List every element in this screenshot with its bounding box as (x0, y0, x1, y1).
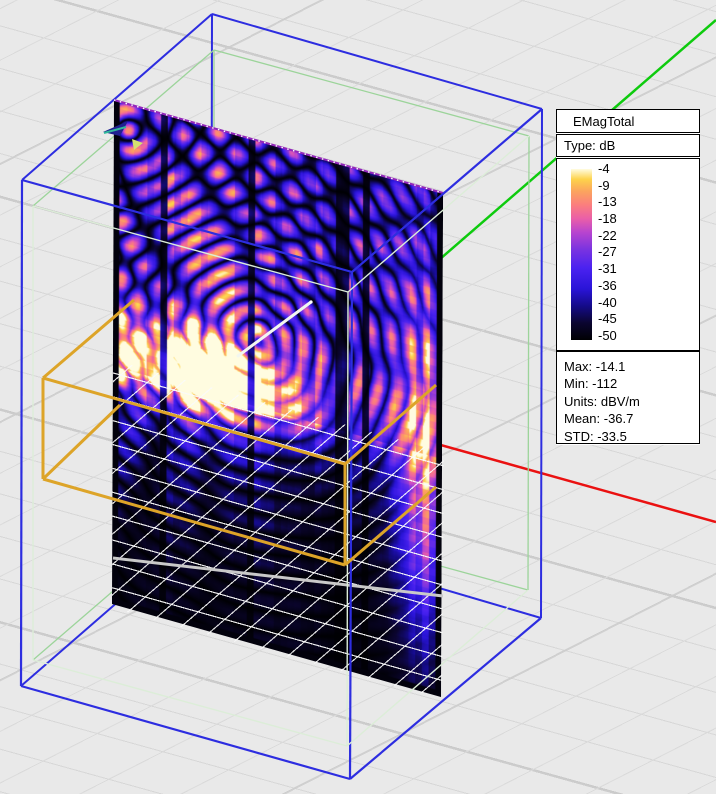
colorbar-ticks: -4 -9 -13 -18 -22 -27 -31 -36 -40 -45 -5… (598, 162, 617, 343)
colorbar-tick: -18 (598, 212, 617, 226)
colorbar-tick: -40 (598, 296, 617, 310)
colorbar-tick: -45 (598, 312, 617, 326)
mesh-major-line (113, 558, 443, 596)
colorbar-tick: -27 (598, 245, 617, 259)
field-plane-top-edge (114, 100, 443, 193)
colorbar-tick: -9 (598, 179, 617, 193)
source-arrow-icon[interactable] (103, 121, 128, 136)
antenna-element[interactable] (238, 300, 313, 356)
colorbar-gradient (571, 169, 592, 340)
stat-max: Max: -14.1 (564, 358, 699, 375)
stat-mean: Mean: -36.7 (564, 410, 699, 427)
colorbar-tick: -4 (598, 162, 617, 176)
legend-stats: Max: -14.1 Min: -112 Units: dBV/m Mean: … (556, 351, 700, 444)
viewport-3d[interactable]: EMagTotal Type: dB -4 -9 -13 -18 -22 -27… (0, 0, 716, 794)
results-legend-panel: EMagTotal Type: dB -4 -9 -13 -18 -22 -27… (556, 109, 700, 445)
sensor-box-wireframe[interactable] (43, 300, 436, 565)
stat-std: STD: -33.5 (564, 428, 699, 445)
inner-boundary-box-front[interactable] (33, 136, 529, 746)
colorbar-tick: -50 (598, 329, 617, 343)
stat-min: Min: -112 (564, 375, 699, 392)
colorbar-tick: -36 (598, 279, 617, 293)
colorbar-tick: -31 (598, 262, 617, 276)
colorbar-tick: -22 (598, 229, 617, 243)
colorbar-tick: -13 (598, 195, 617, 209)
legend-title: EMagTotal (556, 109, 700, 133)
legend-type-label: Type: dB (556, 134, 700, 157)
legend-colorbar-cell: -4 -9 -13 -18 -22 -27 -31 -36 -40 -45 -5… (556, 158, 700, 351)
stat-units: Units: dBV/m (564, 393, 699, 410)
sensor-triangle-icon[interactable] (132, 139, 143, 150)
